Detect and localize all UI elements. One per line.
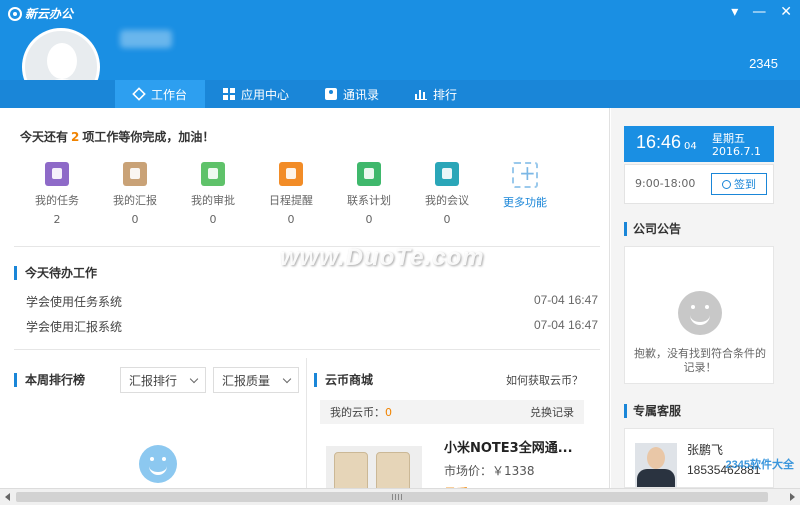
shortcut-my-meetings[interactable]: 我的会议 0 xyxy=(408,162,486,226)
contacts-icon xyxy=(325,88,338,100)
product-title[interactable]: 小米NOTE3全网通... xyxy=(444,437,573,456)
tasks-summary: 今天还有 2 项工作等你完成，加油！ xyxy=(20,130,215,144)
app-title: 新云办公 xyxy=(25,7,74,21)
shortcut-my-approvals[interactable]: 我的审批 0 xyxy=(174,162,252,226)
clock-seconds: 04 xyxy=(684,141,697,152)
clock-date: 2016.7.1 xyxy=(712,145,761,158)
notice-box: 抱歉，没有找到符合条件的 记录！ xyxy=(624,246,774,384)
shortcut-my-reports[interactable]: 我的汇报 0 xyxy=(96,162,174,226)
smiley-icon xyxy=(139,445,177,483)
agent-name: 张鹏飞 xyxy=(687,443,724,457)
ranking-section-title: 本周排行榜 xyxy=(14,371,85,388)
ranking-metric-select[interactable]: 汇报质量 xyxy=(213,367,299,393)
duote-watermark: www.DuoTe.com xyxy=(280,244,485,271)
product-image[interactable] xyxy=(326,446,422,490)
tab-ranking[interactable]: 排行 xyxy=(397,80,475,108)
chevron-down-icon xyxy=(282,374,292,383)
chevron-down-icon xyxy=(189,374,199,383)
main-nav: 工作台 应用中心 通讯录 排行 xyxy=(0,80,800,108)
report-icon xyxy=(123,162,147,186)
coin-balance: 0 xyxy=(385,406,392,419)
tab-contacts[interactable]: 通讯录 xyxy=(307,80,397,108)
username-blurred xyxy=(120,30,172,48)
scroll-left-icon[interactable] xyxy=(5,493,10,501)
contact-plan-icon xyxy=(357,162,381,186)
scroll-right-icon[interactable] xyxy=(790,493,795,501)
stamp-icon xyxy=(201,162,225,186)
shortcut-contact-plan[interactable]: 联系计划 0 xyxy=(330,162,408,226)
right-panel: 16:46 04 星期五 2016.7.1 9:00-18:00 签到 公司公告… xyxy=(611,108,800,488)
user-id: 2345 xyxy=(749,56,778,71)
bar-chart-icon xyxy=(415,88,428,100)
attendance-box: 9:00-18:00 签到 xyxy=(624,164,774,204)
window-menu-button[interactable]: ▾ xyxy=(731,3,738,21)
smiley-icon xyxy=(678,291,722,335)
todo-section-title: 今天待办工作 xyxy=(14,264,97,281)
divider xyxy=(14,246,600,247)
site-watermark: 2345软件大全 xyxy=(725,459,794,471)
sign-in-button[interactable]: 签到 xyxy=(711,173,767,195)
clock-time: 16:46 xyxy=(636,132,682,152)
logo-icon xyxy=(8,6,22,21)
tab-workbench[interactable]: 工作台 xyxy=(115,80,206,108)
work-hours: 9:00-18:00 xyxy=(635,177,696,190)
shortcut-schedule[interactable]: 日程提醒 0 xyxy=(252,162,330,226)
workbench-main: 今天还有 2 项工作等你完成，加油！ 我的任务 2 我的汇报 0 我的审批 0 日程… xyxy=(0,108,610,490)
calendar-icon xyxy=(279,162,303,186)
clock-icon xyxy=(722,179,731,189)
app-header: 新云办公 ▾ — ✕ 2345 工作台 应用中心 通讯录 排行 xyxy=(0,0,800,108)
ranking-type-select[interactable]: 汇报排行 xyxy=(120,367,206,393)
notice-section-title: 公司公告 xyxy=(624,220,681,237)
layers-icon xyxy=(132,87,146,101)
shortcut-my-tasks[interactable]: 我的任务 2 xyxy=(18,162,96,226)
tab-app-center[interactable]: 应用中心 xyxy=(205,80,307,108)
scrollbar-thumb[interactable] xyxy=(16,492,768,502)
clock-weekday: 星期五 xyxy=(712,132,745,145)
todo-item[interactable]: 学会使用汇报系统 07-04 16:47 xyxy=(26,318,598,335)
notice-empty-message: 抱歉，没有找到符合条件的 记录！ xyxy=(634,347,766,374)
mall-section-title: 云币商城 xyxy=(314,371,373,388)
how-to-get-coins-link[interactable]: 如何获取云币？ xyxy=(506,372,583,388)
window-controls: ▾ — ✕ xyxy=(731,3,792,21)
todo-item[interactable]: 学会使用任务系统 07-04 16:47 xyxy=(26,293,598,310)
plus-icon xyxy=(512,161,538,188)
divider xyxy=(14,349,600,350)
app-logo: 新云办公 xyxy=(8,5,73,22)
horizontal-scrollbar[interactable] xyxy=(0,488,800,505)
grip-icon xyxy=(392,494,402,500)
exchange-history-link[interactable]: 兑换记录 xyxy=(530,404,574,420)
shortcut-bar: 我的任务 2 我的汇报 0 我的审批 0 日程提醒 0 联系计划 0 我的会议 … xyxy=(18,161,564,226)
pending-count: 2 xyxy=(71,130,80,144)
coin-balance-bar: 我的云币：0 兑换记录 xyxy=(320,400,584,424)
close-button[interactable]: ✕ xyxy=(780,3,792,21)
vertical-divider xyxy=(306,358,307,488)
briefcase-icon xyxy=(435,162,459,186)
grid-icon xyxy=(223,88,236,100)
clock-widget: 16:46 04 星期五 2016.7.1 xyxy=(624,126,774,162)
shortcut-more-features[interactable]: 更多功能 xyxy=(486,161,564,226)
service-section-title: 专属客服 xyxy=(624,402,681,419)
flag-icon xyxy=(45,162,69,186)
minimize-button[interactable]: — xyxy=(752,3,766,21)
product-price: 市场价：￥1338 xyxy=(444,464,535,478)
agent-avatar xyxy=(635,443,677,487)
